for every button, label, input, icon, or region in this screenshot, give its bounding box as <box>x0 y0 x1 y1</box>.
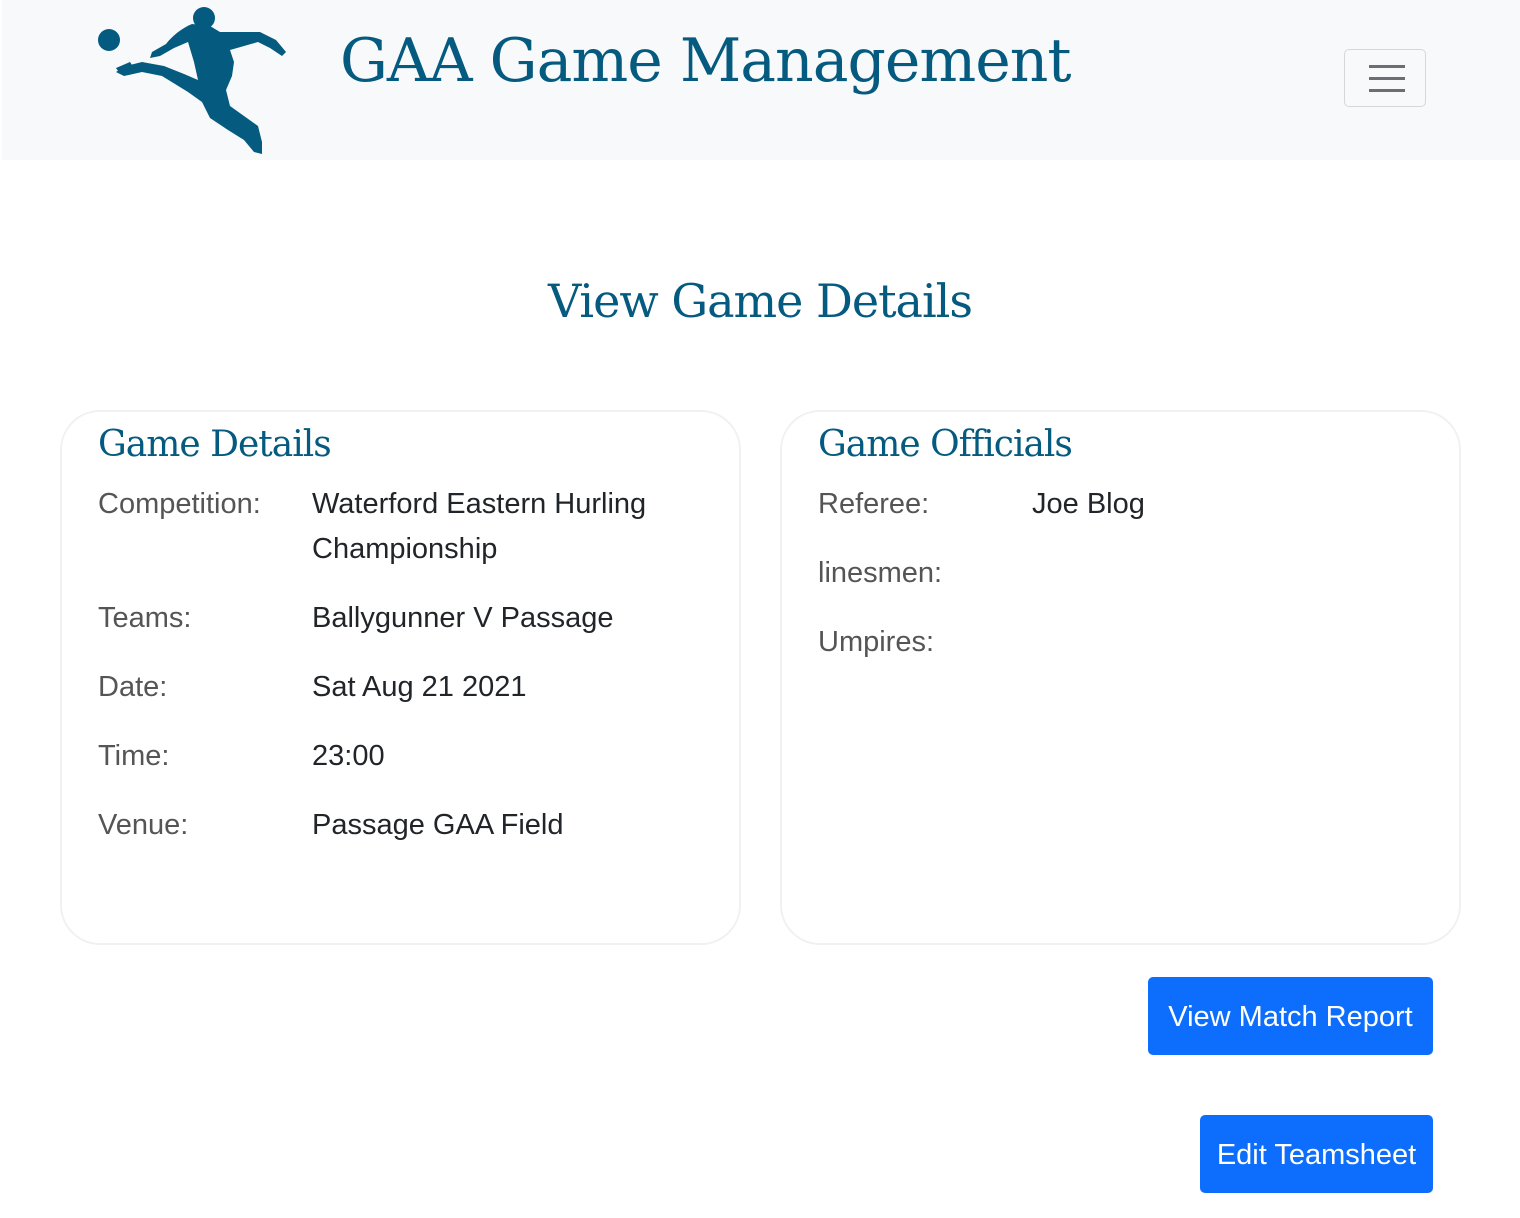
view-match-report-button[interactable]: View Match Report <box>1148 977 1433 1055</box>
competition-value-line1: Waterford Eastern Hurling <box>312 488 647 520</box>
hamburger-menu-icon <box>1369 65 1405 68</box>
edit-teamsheet-button[interactable]: Edit Teamsheet <box>1200 1115 1433 1193</box>
referee-label: Referee: <box>818 488 930 520</box>
date-row: Date: Sat Aug 21 2021 <box>98 665 718 710</box>
competition-label: Competition: <box>98 488 261 520</box>
referee-row: Referee: Joe Blog <box>818 482 1438 527</box>
venue-value: Passage GAA Field <box>312 809 564 841</box>
game-officials-title: Game Officials <box>818 424 1073 465</box>
game-details-card: Game Details Competition: Waterford East… <box>60 410 741 945</box>
teams-row: Teams: Ballygunner V Passage <box>98 596 718 641</box>
venue-row: Venue: Passage GAA Field <box>98 803 718 848</box>
referee-value: Joe Blog <box>1032 488 1145 520</box>
date-label: Date: <box>98 671 168 703</box>
hamburger-menu-button[interactable] <box>1344 49 1426 107</box>
brand-title[interactable]: GAA Game Management <box>340 26 1072 96</box>
navbar: GAA Game Management <box>2 0 1520 160</box>
linesmen-label: linesmen: <box>818 557 943 589</box>
hamburger-menu-icon <box>1369 77 1405 80</box>
game-officials-card: Game Officials Referee: Joe Blog linesme… <box>780 410 1461 945</box>
date-value: Sat Aug 21 2021 <box>312 671 527 703</box>
teams-label: Teams: <box>98 602 192 634</box>
competition-value-line2: Championship <box>312 533 498 565</box>
teams-value: Ballygunner V Passage <box>312 602 614 634</box>
competition-row: Competition: Waterford Eastern Hurling C… <box>98 482 718 572</box>
umpires-label: Umpires: <box>818 626 935 658</box>
page-title: View Game Details <box>547 274 973 328</box>
linesmen-row: linesmen: <box>818 551 1438 596</box>
time-row: Time: 23:00 <box>98 734 718 779</box>
venue-label: Venue: <box>98 809 189 841</box>
footballer-kicking-logo[interactable] <box>94 2 288 156</box>
game-details-title: Game Details <box>98 424 332 465</box>
time-label: Time: <box>98 740 170 772</box>
hamburger-menu-icon <box>1369 89 1405 92</box>
time-value: 23:00 <box>312 740 385 772</box>
competition-value: Waterford Eastern Hurling Championship <box>312 482 646 572</box>
umpires-row: Umpires: <box>818 620 1438 665</box>
